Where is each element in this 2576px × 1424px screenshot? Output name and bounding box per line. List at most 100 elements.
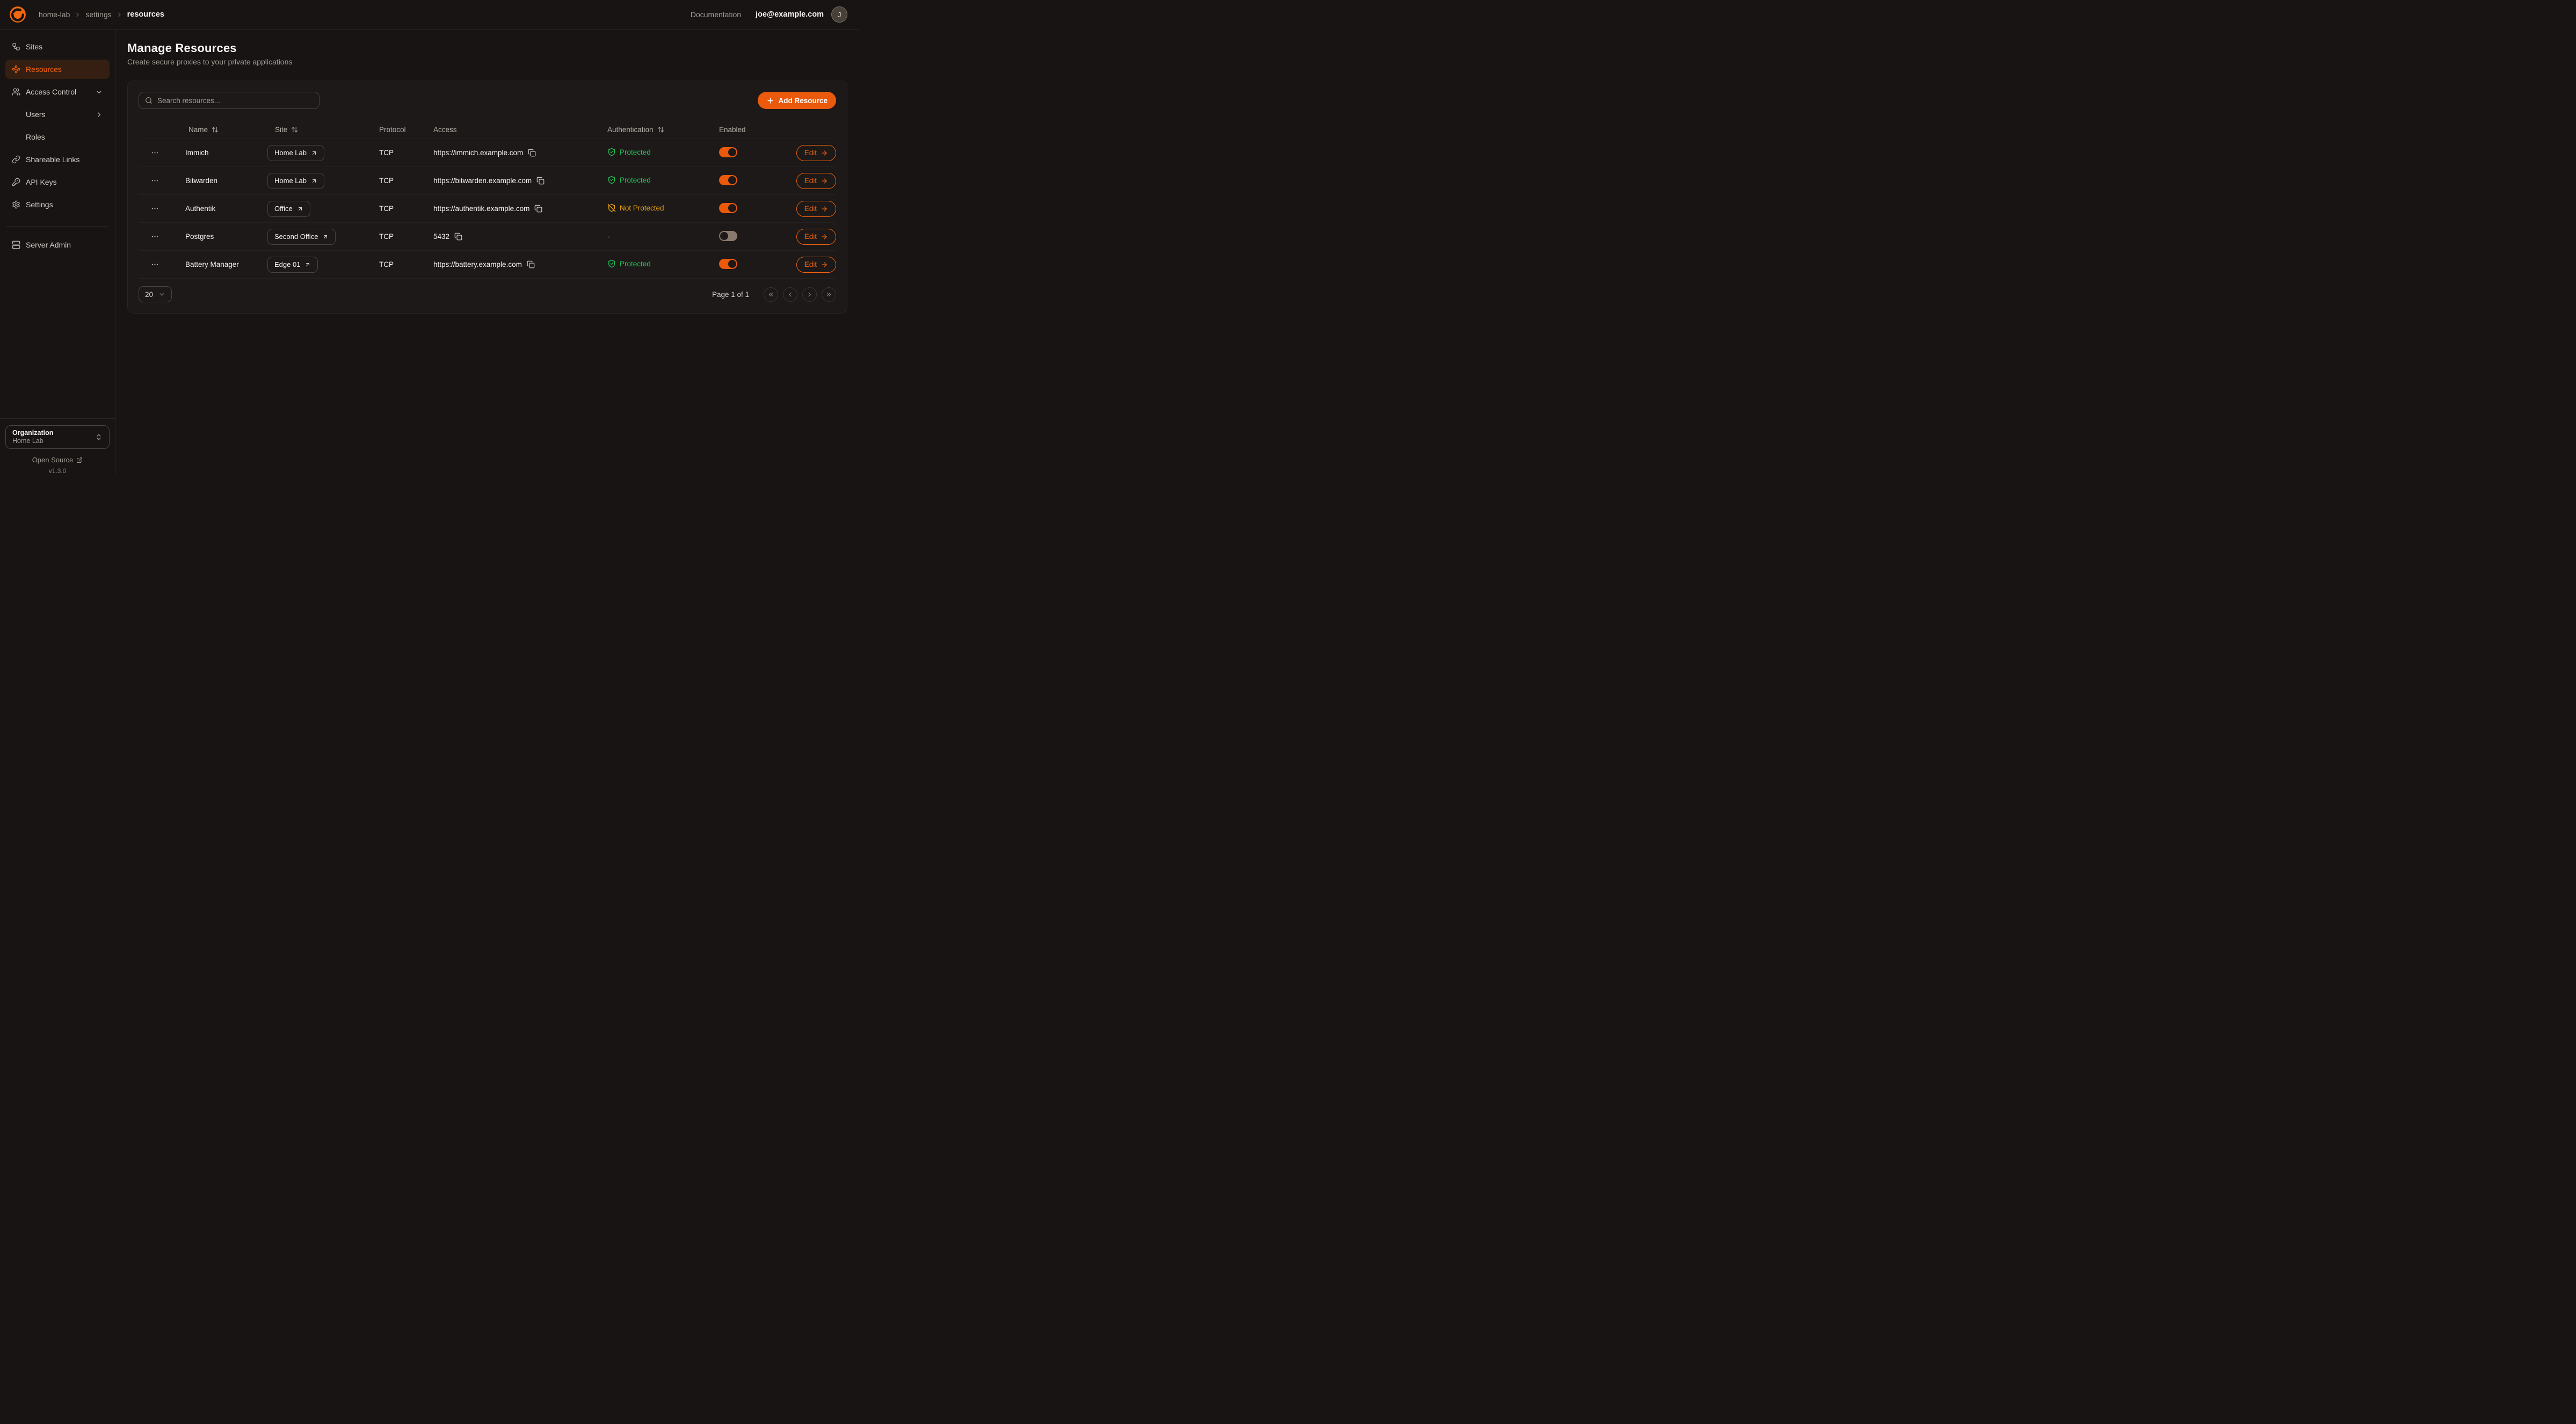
enabled-toggle[interactable] bbox=[719, 231, 737, 241]
edit-button[interactable]: Edit bbox=[796, 201, 836, 217]
copy-button[interactable] bbox=[527, 260, 535, 268]
shield-check-icon bbox=[607, 176, 616, 184]
sidebar-item-roles[interactable]: Roles bbox=[5, 127, 110, 147]
chevron-left-icon bbox=[787, 291, 794, 298]
row-menu-button[interactable] bbox=[147, 201, 162, 216]
next-page-button[interactable] bbox=[802, 287, 817, 302]
previous-page-button[interactable] bbox=[783, 287, 797, 302]
chevron-right-icon bbox=[95, 111, 103, 119]
auth-label: - bbox=[607, 233, 610, 241]
site-link-button[interactable]: Second Office bbox=[267, 229, 336, 245]
sidebar-item-label: Roles bbox=[26, 133, 45, 141]
resource-name: Bitwarden bbox=[185, 177, 267, 185]
sidebar-item-resources[interactable]: Resources bbox=[5, 60, 110, 79]
copy-button[interactable] bbox=[534, 205, 542, 213]
add-resource-button[interactable]: Add Resource bbox=[758, 92, 836, 109]
copy-icon bbox=[536, 177, 545, 185]
shield-check-icon bbox=[607, 259, 616, 268]
chevrons-up-down-icon bbox=[95, 433, 103, 441]
last-page-button[interactable] bbox=[822, 287, 836, 302]
edit-button[interactable]: Edit bbox=[796, 229, 836, 245]
sidebar-item-server-admin[interactable]: Server Admin bbox=[5, 235, 110, 255]
sidebar-item-settings[interactable]: Settings bbox=[5, 195, 110, 214]
edit-button[interactable]: Edit bbox=[796, 257, 836, 273]
site-link-button[interactable]: Home Lab bbox=[267, 173, 324, 189]
sort-icon bbox=[212, 126, 219, 133]
column-header-authentication[interactable]: Authentication bbox=[607, 126, 719, 134]
auth-label: Not Protected bbox=[620, 204, 664, 212]
auth-label: Protected bbox=[620, 176, 651, 184]
chevron-down-icon bbox=[158, 291, 165, 298]
enabled-toggle[interactable] bbox=[719, 259, 737, 269]
sidebar-item-users[interactable]: Users bbox=[5, 105, 110, 124]
open-source-link[interactable]: Open Source bbox=[5, 456, 110, 464]
column-header-access: Access bbox=[433, 126, 607, 134]
enabled-toggle[interactable] bbox=[719, 203, 737, 213]
organization-label: Organization bbox=[12, 429, 53, 437]
access-url: https://authentik.example.com bbox=[433, 205, 529, 213]
table-row: Battery Manager Edge 01 TCP https://batt… bbox=[139, 251, 836, 279]
edit-button[interactable]: Edit bbox=[796, 173, 836, 189]
table-row: Authentik Office TCP https://authentik.e… bbox=[139, 195, 836, 223]
site-link-button[interactable]: Office bbox=[267, 201, 310, 217]
protocol: TCP bbox=[379, 260, 433, 268]
copy-button[interactable] bbox=[528, 149, 536, 157]
edit-label: Edit bbox=[804, 205, 817, 213]
sidebar-footer: Organization Home Lab Open Source v1.3.0 bbox=[0, 418, 115, 475]
shield-check-icon bbox=[607, 148, 616, 156]
access-url: 5432 bbox=[433, 233, 449, 241]
organization-selector[interactable]: Organization Home Lab bbox=[5, 425, 110, 449]
column-label: Access bbox=[433, 126, 457, 134]
row-menu-button[interactable] bbox=[147, 173, 162, 188]
sidebar-item-sites[interactable]: Sites bbox=[5, 37, 110, 56]
table-toolbar: Add Resource bbox=[139, 92, 836, 109]
resource-name: Authentik bbox=[185, 205, 267, 213]
toggle-knob bbox=[728, 148, 736, 156]
breadcrumb-org[interactable]: home-lab bbox=[39, 10, 70, 19]
row-menu-button[interactable] bbox=[147, 146, 162, 161]
arrow-right-icon bbox=[821, 205, 828, 213]
sort-icon bbox=[291, 126, 298, 133]
page-size-select[interactable]: 20 bbox=[139, 286, 172, 302]
enabled-toggle[interactable] bbox=[719, 175, 737, 185]
arrow-up-right-icon bbox=[311, 178, 317, 184]
column-header-name[interactable]: Name bbox=[185, 126, 267, 134]
sidebar-item-access-control[interactable]: Access Control bbox=[5, 82, 110, 101]
protocol: TCP bbox=[379, 149, 433, 157]
column-header-site[interactable]: Site bbox=[267, 126, 379, 134]
column-header-protocol: Protocol bbox=[379, 126, 433, 134]
plus-icon bbox=[766, 97, 774, 105]
page-info: Page 1 of 1 bbox=[712, 290, 749, 299]
auth-label: Protected bbox=[620, 148, 651, 156]
edit-label: Edit bbox=[804, 233, 817, 241]
edit-button[interactable]: Edit bbox=[796, 145, 836, 161]
sidebar-item-api-keys[interactable]: API Keys bbox=[5, 172, 110, 192]
search-input[interactable] bbox=[139, 92, 320, 109]
avatar[interactable]: J bbox=[831, 6, 847, 23]
copy-icon bbox=[534, 205, 542, 213]
resources-icon bbox=[12, 65, 20, 74]
search-icon bbox=[145, 97, 153, 104]
link-icon bbox=[12, 155, 20, 164]
row-menu-button[interactable] bbox=[147, 257, 162, 272]
documentation-link[interactable]: Documentation bbox=[691, 10, 741, 19]
copy-icon bbox=[454, 233, 462, 241]
first-page-button[interactable] bbox=[764, 287, 778, 302]
copy-button[interactable] bbox=[536, 177, 545, 185]
shield-off-icon bbox=[607, 204, 616, 212]
edit-label: Edit bbox=[804, 149, 817, 157]
row-menu-button[interactable] bbox=[147, 229, 162, 244]
ellipsis-icon bbox=[151, 177, 159, 185]
copy-button[interactable] bbox=[454, 233, 462, 241]
user-email[interactable]: joe@example.com bbox=[756, 10, 824, 19]
breadcrumb-settings[interactable]: settings bbox=[85, 10, 111, 19]
enabled-toggle[interactable] bbox=[719, 147, 737, 157]
chevron-right-icon bbox=[806, 291, 813, 298]
pangolin-logo[interactable] bbox=[9, 5, 27, 24]
site-name: Home Lab bbox=[274, 149, 307, 157]
chevrons-left-icon bbox=[767, 291, 774, 298]
table-row: Postgres Second Office TCP 5432 - Edit bbox=[139, 223, 836, 251]
site-link-button[interactable]: Edge 01 bbox=[267, 257, 318, 273]
sidebar-item-shareable-links[interactable]: Shareable Links bbox=[5, 150, 110, 169]
site-link-button[interactable]: Home Lab bbox=[267, 145, 324, 161]
